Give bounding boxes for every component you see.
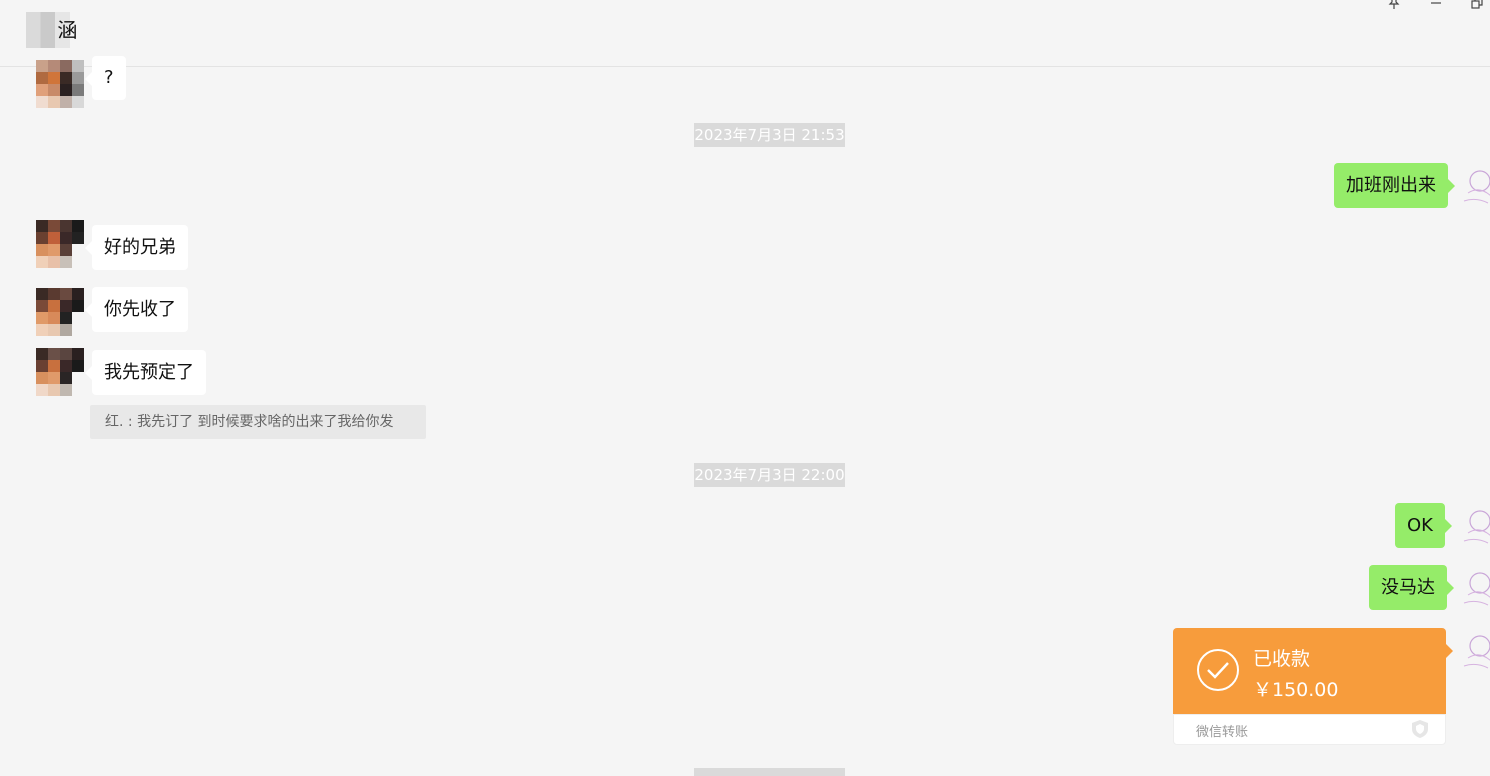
incoming-message[interactable]: ? (85, 56, 126, 100)
transfer-amount: ￥150.00 (1253, 679, 1339, 701)
shield-icon (1412, 720, 1428, 738)
my-avatar[interactable] (1458, 503, 1490, 547)
contact-avatar[interactable] (36, 60, 84, 108)
outgoing-message[interactable]: 加班刚出来 (1334, 163, 1455, 208)
transfer-card[interactable]: 已收款 ￥150.00 微信转账 (1173, 628, 1453, 745)
outgoing-message[interactable]: OK (1395, 503, 1452, 548)
timestamp: 2023年7月3日 22:00 (694, 463, 845, 487)
minimize-icon[interactable] (1426, 0, 1446, 16)
chat-window: 涵 ? 2023年7月3日 21:53 加班刚出来 好的兄弟 你先收了 我先预定… (0, 0, 1490, 776)
my-avatar[interactable] (1458, 163, 1490, 207)
chat-title: 涵 (32, 18, 78, 42)
restore-icon[interactable] (1467, 0, 1487, 16)
outgoing-message[interactable]: 没马达 (1369, 565, 1454, 610)
check-circle-icon (1197, 649, 1239, 691)
my-avatar[interactable] (1458, 628, 1490, 672)
pin-icon[interactable] (1384, 0, 1404, 16)
transfer-status: 已收款 (1253, 648, 1311, 670)
transfer-card-footer: 微信转账 (1173, 714, 1446, 745)
incoming-message[interactable]: 你先收了 (85, 287, 188, 332)
contact-avatar[interactable] (36, 220, 84, 268)
my-avatar[interactable] (1458, 565, 1490, 609)
transfer-label: 微信转账 (1196, 725, 1249, 740)
incoming-message[interactable]: 我先预定了 (85, 350, 206, 395)
chat-header: 涵 (0, 0, 1490, 67)
contact-avatar[interactable] (36, 288, 84, 336)
incoming-message[interactable]: 好的兄弟 (85, 225, 188, 270)
transfer-card-top: 已收款 ￥150.00 (1173, 628, 1453, 714)
quoted-message[interactable]: 红. : 我先订了 到时候要求啥的出来了我给你发 (90, 405, 426, 439)
timestamp: 2023年7月3日 21:53 (694, 123, 845, 147)
contact-avatar[interactable] (36, 348, 84, 396)
timestamp-peek (694, 768, 845, 776)
